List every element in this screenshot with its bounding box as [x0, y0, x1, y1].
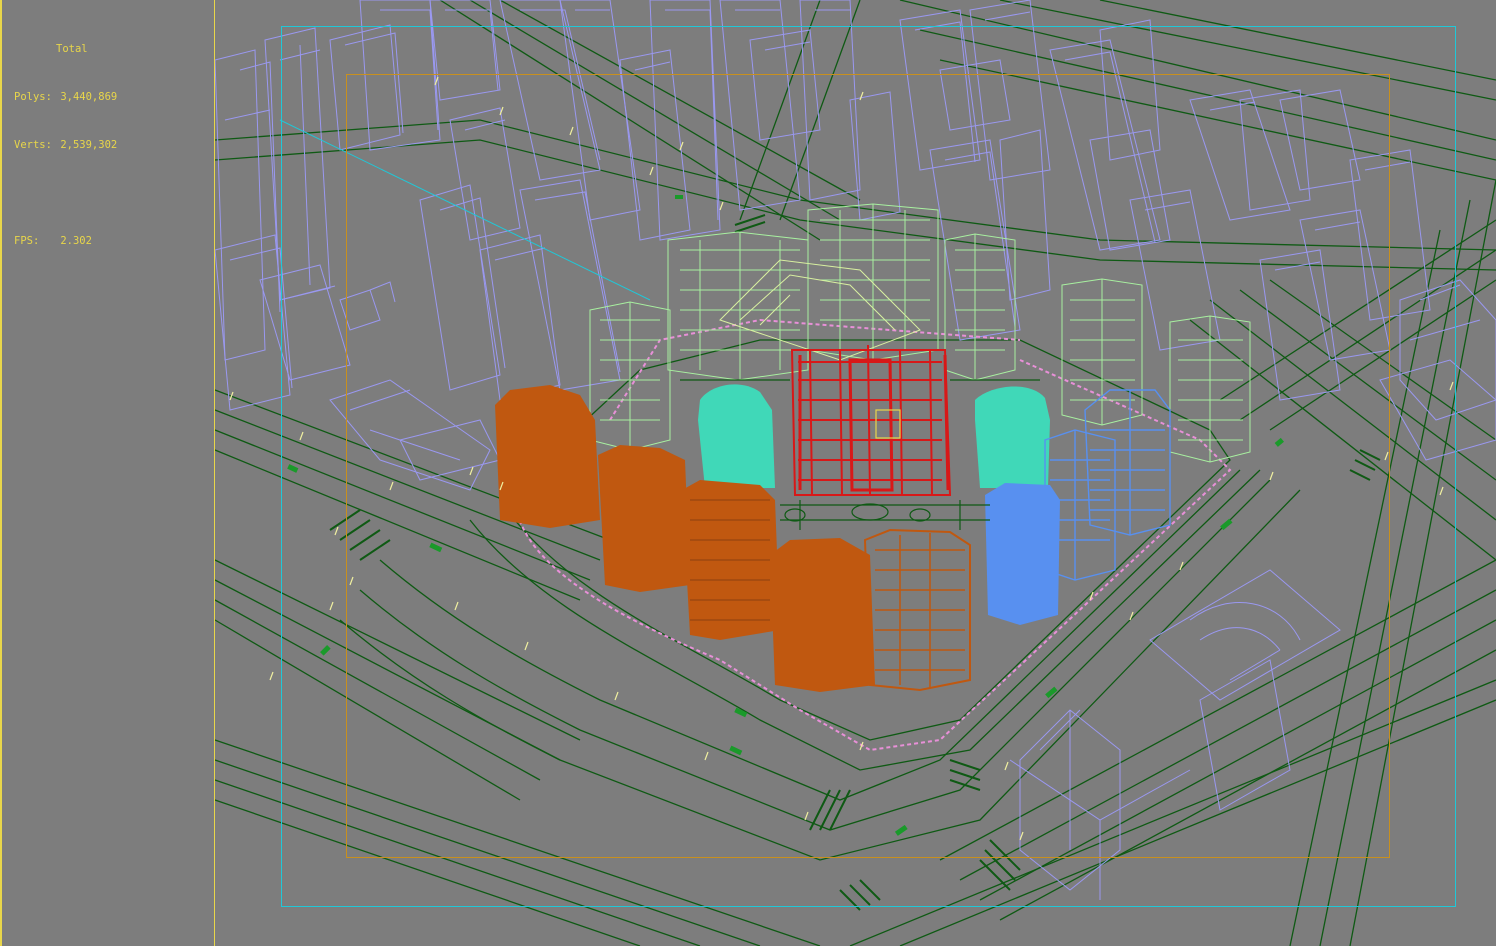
viewport-3d[interactable]: Total Polys: 3,440,869 Verts: 2,539,302 … [0, 0, 1496, 946]
safe-frame-inner [346, 74, 1390, 858]
stats-title: Total [56, 43, 88, 55]
stats-fps-value: 2.302 [60, 235, 92, 247]
stats-fps: FPS: 2.302 [14, 233, 117, 249]
viewport-border-left [0, 0, 2, 946]
stats-verts-label: Verts: [14, 139, 52, 151]
stats-fps-label: FPS: [14, 235, 40, 247]
stats-verts-value: 2,539,302 [60, 139, 118, 151]
statistics-overlay: Total Polys: 3,440,869 Verts: 2,539,302 … [14, 9, 117, 281]
stats-polys: Polys: 3,440,869 [14, 89, 117, 105]
stats-verts: Verts: 2,539,302 [14, 137, 117, 153]
stats-polys-value: 3,440,869 [60, 91, 118, 103]
stats-polys-label: Polys: [14, 91, 52, 103]
viewport-border-inner [214, 0, 215, 946]
